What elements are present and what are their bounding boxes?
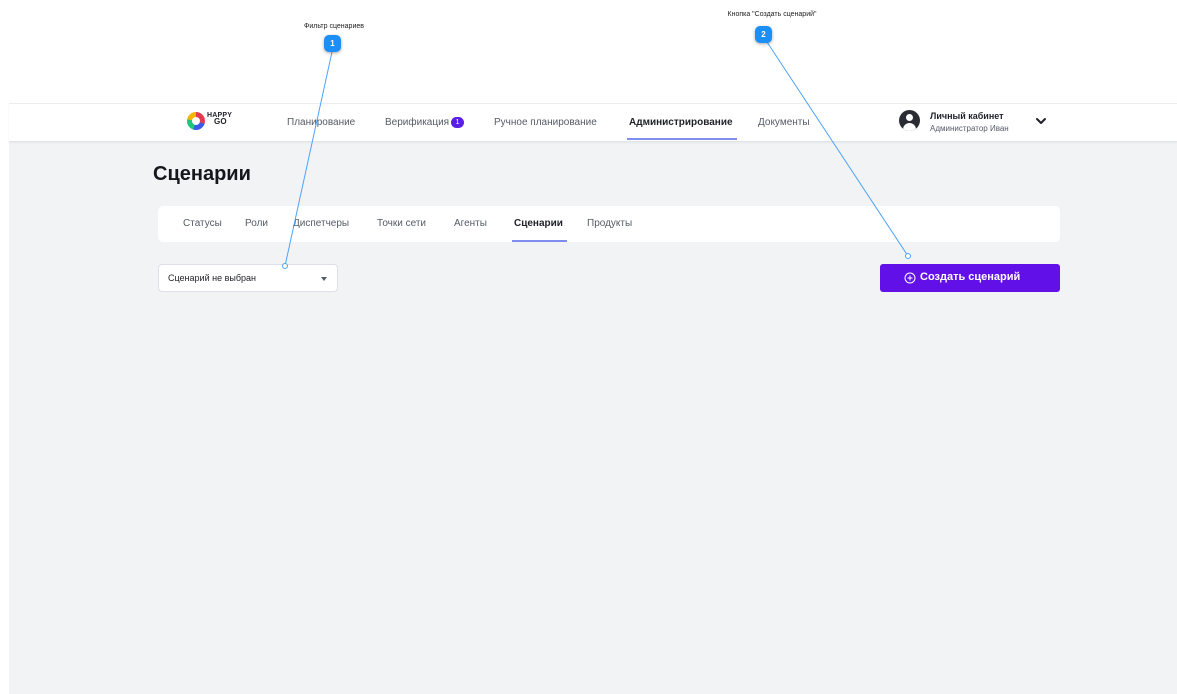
happy-go-logo[interactable]: HAPPY GO bbox=[187, 110, 233, 132]
tab-roles[interactable]: Роли bbox=[245, 218, 268, 229]
user-circle-icon[interactable] bbox=[899, 110, 920, 131]
annotation-label-1: Фильтр сценариев bbox=[304, 23, 364, 30]
plus-circle-icon bbox=[904, 272, 916, 284]
tab-statuses[interactable]: Статусы bbox=[183, 218, 222, 229]
tab-dispatchers[interactable]: Диспетчеры bbox=[293, 218, 349, 229]
nav-item-label: Планирование bbox=[287, 117, 356, 128]
nav-item-label: Документы bbox=[758, 117, 810, 128]
scenario-filter-select[interactable]: Сценарий не выбран bbox=[158, 264, 338, 292]
app-screen: HAPPY GO Планирование Верификация 1 Ручно… bbox=[9, 103, 1177, 694]
active-nav-indicator bbox=[627, 138, 737, 140]
nav-item-documents[interactable]: Документы bbox=[758, 117, 810, 128]
verification-count-badge: 1 bbox=[451, 117, 465, 128]
nav-item-planning[interactable]: Планирование bbox=[287, 117, 355, 128]
annotation-marker-2: 2 bbox=[755, 26, 772, 43]
cropped-title-fragment bbox=[528, 0, 778, 2]
logo-wordmark: HAPPY GO bbox=[207, 112, 232, 126]
tab-scenarios[interactable]: Сценарии bbox=[514, 218, 563, 229]
nav-item-label: Верификация bbox=[385, 117, 450, 128]
annotation-marker-1: 1 bbox=[324, 35, 341, 52]
tab-agents[interactable]: Агенты bbox=[454, 218, 487, 229]
nav-item-verification[interactable]: Верификация 1 bbox=[385, 117, 465, 128]
tab-network-points[interactable]: Точки сети bbox=[377, 218, 426, 229]
nav-item-label: Администрирование bbox=[629, 117, 733, 128]
chevron-down-icon[interactable] bbox=[1035, 115, 1047, 127]
nav-item-label: Ручное планирование bbox=[494, 117, 597, 128]
top-navigation-bar: HAPPY GO Планирование Верификация 1 Ручно… bbox=[9, 103, 1177, 142]
account-title[interactable]: Личный кабинет bbox=[930, 111, 1004, 121]
logo-line-2: GO bbox=[214, 117, 227, 126]
active-tab-indicator bbox=[512, 240, 567, 242]
admin-tabs: Статусы Роли Диспетчеры Точки сети Агент… bbox=[158, 206, 1060, 242]
page-title: Сценарии bbox=[153, 163, 251, 185]
logo-cube-icon bbox=[187, 112, 205, 130]
create-scenario-button[interactable]: Создать сценарий bbox=[880, 264, 1060, 292]
annotation-label-2: Кнопка "Создать сценарий" bbox=[727, 11, 817, 18]
caret-down-icon bbox=[321, 277, 327, 281]
nav-item-manual-planning[interactable]: Ручное планирование bbox=[494, 117, 597, 128]
scenario-filter-value: Сценарий не выбран bbox=[168, 273, 256, 283]
create-scenario-label: Создать сценарий bbox=[920, 271, 1021, 283]
tab-products[interactable]: Продукты bbox=[587, 218, 632, 229]
nav-item-administration[interactable]: Администрирование bbox=[629, 117, 733, 128]
account-role: Администратор Иван bbox=[930, 124, 1009, 133]
